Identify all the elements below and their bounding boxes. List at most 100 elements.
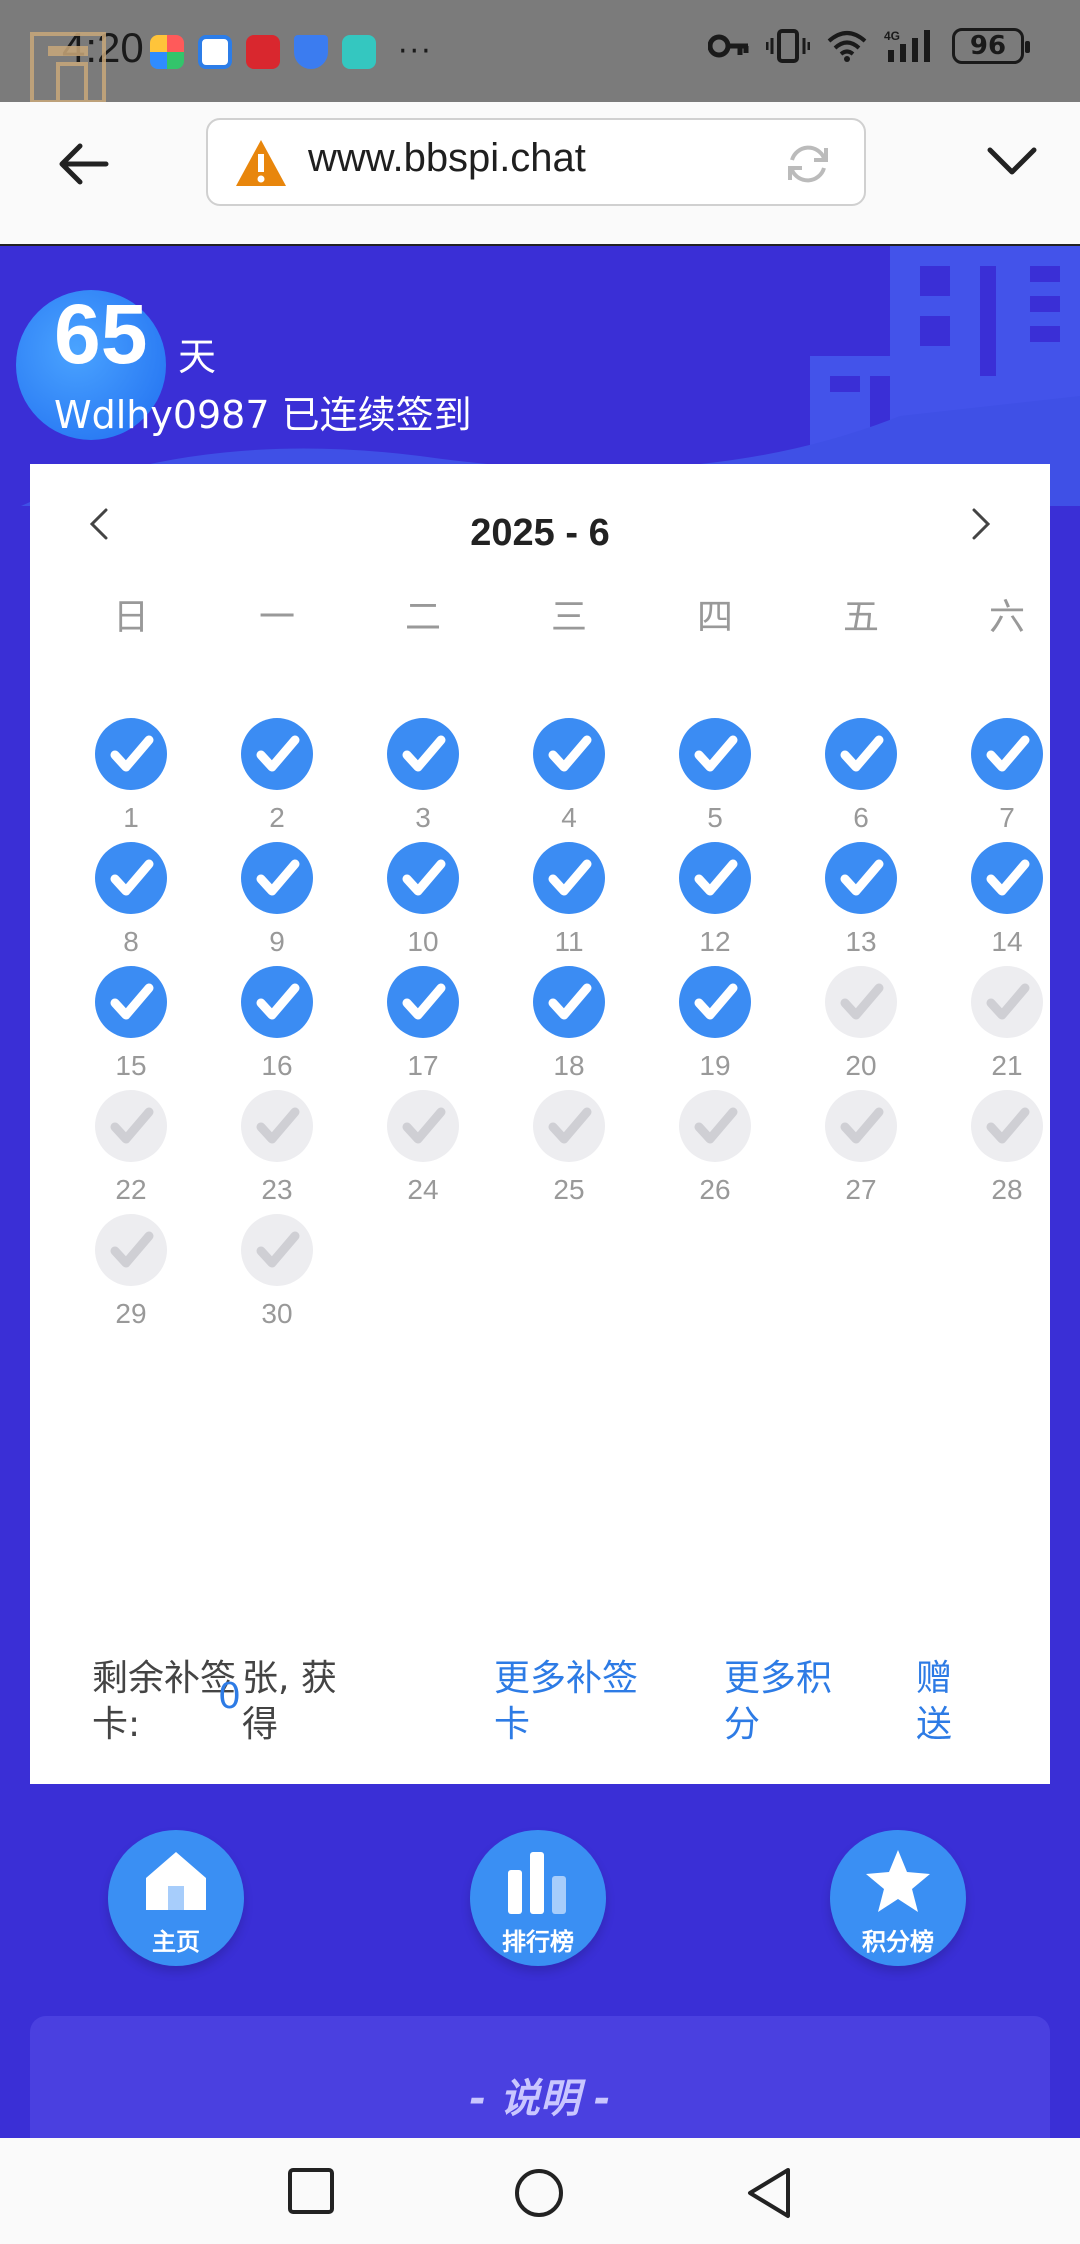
calendar-day[interactable]: 16 [204,966,350,1096]
calendar-day[interactable]: 25 [496,1090,642,1220]
gift-line[interactable]: 赠 [916,1658,952,1699]
reload-icon[interactable] [782,138,834,190]
calendar-day[interactable]: 23 [204,1090,350,1220]
remaining-label: 剩余补签 卡: [92,1656,236,1748]
calendar-day[interactable]: 3 [350,718,496,848]
calendar-day[interactable]: 29 [58,1214,204,1344]
checked-circle-icon [679,842,751,914]
day-number: 25 [553,1174,585,1205]
home-label: 主页 [152,1928,200,1956]
chevron-down-icon[interactable] [984,138,1040,182]
more-notifications-icon: ··· [398,34,433,69]
checked-circle-icon [825,718,897,790]
url-text[interactable]: www.bbspi.chat [308,136,586,181]
calendar-day[interactable]: 7 [934,718,1080,848]
day-number: 4 [561,802,577,833]
calendar-day[interactable]: 12 [642,842,788,972]
calendar-day[interactable]: 2 [204,718,350,848]
unchecked-circle-icon [387,1090,459,1162]
more-points-line[interactable]: 更多积 [724,1658,832,1699]
calendar-day[interactable]: 5 [642,718,788,848]
remaining-unit: 张, 获得 [242,1656,337,1748]
status-indicators: 4G 96 [708,28,1030,64]
warning-icon[interactable] [234,138,288,190]
calendar-day[interactable]: 15 [58,966,204,1096]
unchecked-circle-icon [825,966,897,1038]
calendar-day[interactable]: 18 [496,966,642,1096]
checked-circle-icon [95,718,167,790]
gift-line[interactable]: 送 [916,1704,952,1745]
leaderboard-button[interactable]: 排行榜 [470,1830,606,1966]
unchecked-circle-icon [679,1090,751,1162]
checked-circle-icon [533,966,605,1038]
day-number: 21 [991,1050,1023,1081]
day-number: 26 [699,1174,731,1205]
calendar-day[interactable]: 22 [58,1090,204,1220]
calendar-day[interactable]: 30 [204,1214,350,1344]
day-number: 15 [115,1050,147,1081]
unchecked-circle-icon [971,1090,1043,1162]
calendar-day[interactable]: 13 [788,842,934,972]
svg-text:4G: 4G [884,29,900,43]
calendar-day[interactable]: 20 [788,966,934,1096]
day-number: 5 [707,802,723,833]
day-number: 24 [407,1174,439,1205]
calendar-day[interactable]: 14 [934,842,1080,972]
calendar-day[interactable]: 6 [788,718,934,848]
calendar-day[interactable]: 9 [204,842,350,972]
calendar-day[interactable]: 11 [496,842,642,972]
system-nav-bar [0,2138,1080,2244]
more-makeup-cards-line[interactable]: 更多补签 [494,1658,638,1699]
more-points-link[interactable]: 更多积分 [724,1656,832,1748]
more-makeup-cards-line[interactable]: 卡 [494,1704,530,1745]
day-number: 16 [261,1050,293,1081]
vibrate-icon [766,29,810,63]
day-number: 19 [699,1050,731,1081]
calendar-day[interactable]: 4 [496,718,642,848]
status-bar: 4:20 ··· 4G 96 [0,0,1080,104]
checked-circle-icon [533,718,605,790]
checked-circle-icon [533,842,605,914]
points-leaderboard-button[interactable]: 积分榜 [830,1830,966,1966]
checked-circle-icon [971,842,1043,914]
calendar-day[interactable]: 21 [934,966,1080,1096]
home-button[interactable]: 主页 [108,1830,244,1966]
more-points-line[interactable]: 分 [724,1704,760,1745]
points-leaderboard-label: 积分榜 [862,1928,934,1956]
calendar-day[interactable]: 1 [58,718,204,848]
remaining-count: 0 [218,1676,241,1717]
calendar-month-title: 2025 - 6 [470,512,610,554]
remaining-label-line: 卡: [92,1704,141,1745]
wifi-icon [827,31,867,62]
checked-circle-icon [241,718,313,790]
back-triangle-icon[interactable] [744,2166,794,2220]
calendar-day[interactable]: 28 [934,1090,1080,1220]
day-number: 1 [123,802,139,833]
recents-square-icon[interactable] [286,2166,336,2216]
streak-days-count: 65 [54,287,148,381]
calendar-day[interactable]: 10 [350,842,496,972]
bar-chart-icon [508,1852,566,1914]
back-arrow-icon[interactable] [52,132,116,196]
gift-link[interactable]: 赠送 [916,1656,952,1748]
calendar-day[interactable]: 27 [788,1090,934,1220]
calendar-day[interactable]: 8 [58,842,204,972]
unchecked-circle-icon [533,1090,605,1162]
app-notification-icon [198,34,232,69]
day-number: 29 [115,1298,147,1329]
calendar-day[interactable]: 24 [350,1090,496,1220]
calendar-day[interactable]: 19 [642,966,788,1096]
floating-app-icon [30,32,106,104]
address-bar[interactable]: www.bbspi.chat [206,118,866,206]
day-number: 10 [407,926,439,957]
app-notification-icon [246,34,280,69]
home-circle-icon[interactable] [512,2166,566,2220]
weekday-label: 日 [112,597,149,638]
day-number: 30 [261,1298,293,1329]
checked-circle-icon [679,966,751,1038]
calendar-day[interactable]: 17 [350,966,496,1096]
home-icon [146,1852,206,1910]
chevron-right-icon[interactable] [958,502,1002,546]
calendar-day[interactable]: 26 [642,1090,788,1220]
more-makeup-cards-link[interactable]: 更多补签卡 [494,1656,638,1748]
